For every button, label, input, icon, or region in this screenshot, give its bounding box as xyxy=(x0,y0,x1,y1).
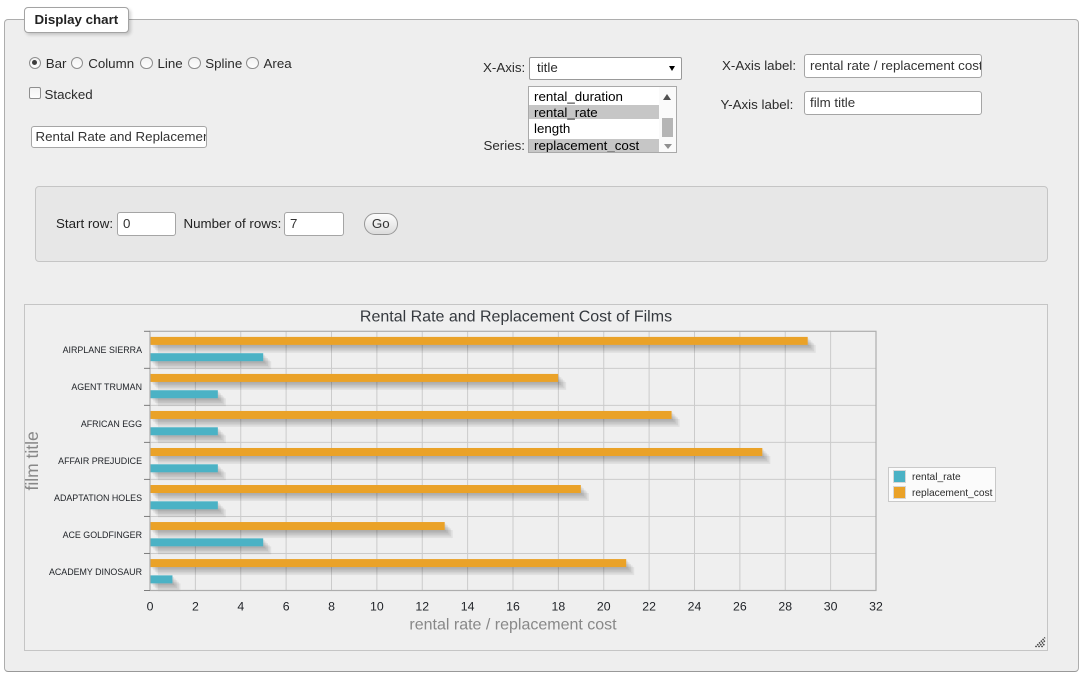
svg-text:32: 32 xyxy=(869,600,883,614)
svg-text:AFRICAN EGG: AFRICAN EGG xyxy=(81,419,142,429)
svg-text:20: 20 xyxy=(597,600,611,614)
svg-text:AIRPLANE SIERRA: AIRPLANE SIERRA xyxy=(63,345,142,355)
svg-text:Rental Rate and Replacement Co: Rental Rate and Replacement Cost of Film… xyxy=(360,308,672,325)
svg-text:2: 2 xyxy=(192,600,199,614)
svg-text:14: 14 xyxy=(461,600,475,614)
svg-text:30: 30 xyxy=(824,600,838,614)
svg-text:18: 18 xyxy=(552,600,566,614)
svg-text:8: 8 xyxy=(328,600,335,614)
svg-text:0: 0 xyxy=(147,600,154,614)
svg-text:16: 16 xyxy=(506,600,520,614)
svg-text:rental rate / replacement cost: rental rate / replacement cost xyxy=(409,617,617,634)
svg-text:26: 26 xyxy=(733,600,747,614)
svg-text:24: 24 xyxy=(688,600,702,614)
svg-text:28: 28 xyxy=(778,600,792,614)
svg-text:12: 12 xyxy=(415,600,429,614)
svg-text:replacement_cost: replacement_cost xyxy=(912,488,993,499)
svg-text:film title: film title xyxy=(25,431,42,490)
svg-text:ACE GOLDFINGER: ACE GOLDFINGER xyxy=(63,530,142,540)
svg-text:10: 10 xyxy=(370,600,384,614)
svg-text:6: 6 xyxy=(283,600,290,614)
svg-text:AFFAIR PREJUDICE: AFFAIR PREJUDICE xyxy=(58,456,142,466)
svg-text:ADAPTATION HOLES: ADAPTATION HOLES xyxy=(54,493,142,503)
svg-text:rental_rate: rental_rate xyxy=(912,472,961,483)
svg-text:ACADEMY DINOSAUR: ACADEMY DINOSAUR xyxy=(49,567,142,577)
svg-text:22: 22 xyxy=(642,600,656,614)
svg-text:4: 4 xyxy=(237,600,244,614)
svg-text:AGENT TRUMAN: AGENT TRUMAN xyxy=(71,382,142,392)
